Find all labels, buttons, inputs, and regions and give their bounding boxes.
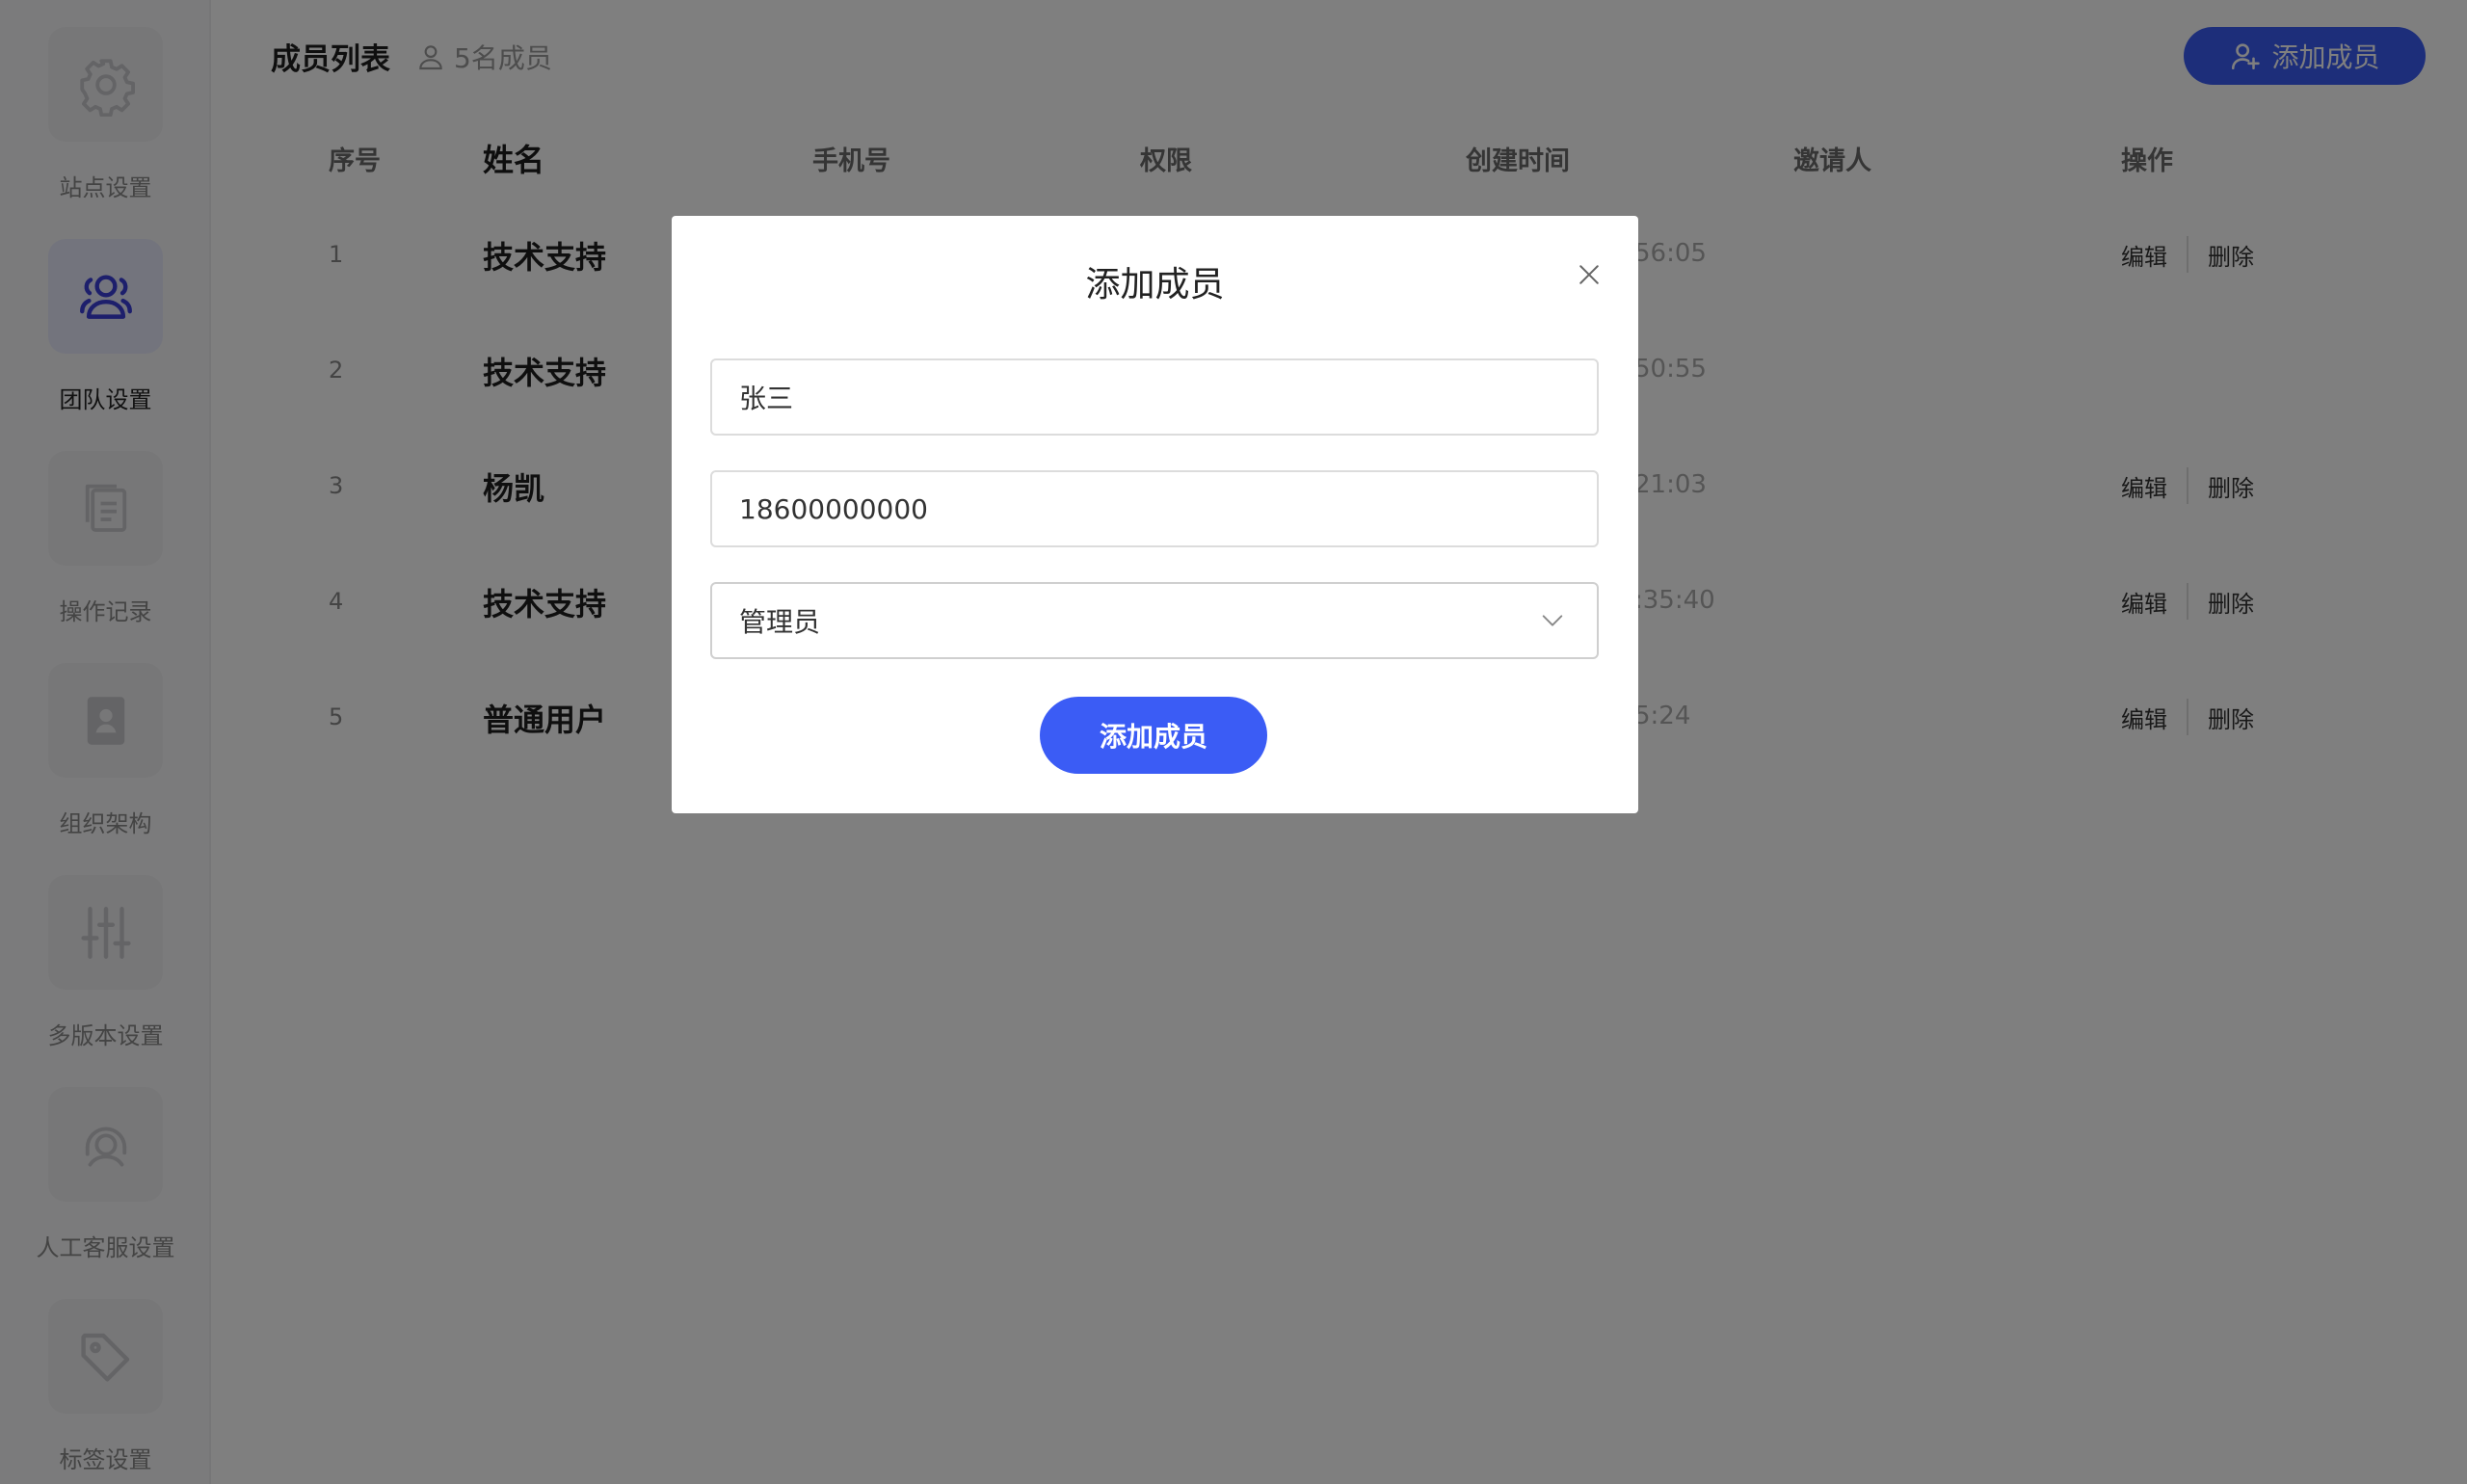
name-input[interactable]	[710, 358, 1599, 436]
chevron-down-icon	[1542, 615, 1563, 626]
dialog-title: 添加成员	[1085, 265, 1225, 305]
role-select[interactable]: 管理员	[710, 582, 1599, 659]
close-icon[interactable]	[1575, 260, 1604, 289]
role-select-value: 管理员	[739, 606, 821, 638]
submit-add-member-button[interactable]: 添加成员	[1040, 697, 1267, 774]
add-member-dialog: 添加成员 管理员 添加成员	[672, 216, 1638, 813]
phone-input[interactable]	[710, 470, 1599, 547]
